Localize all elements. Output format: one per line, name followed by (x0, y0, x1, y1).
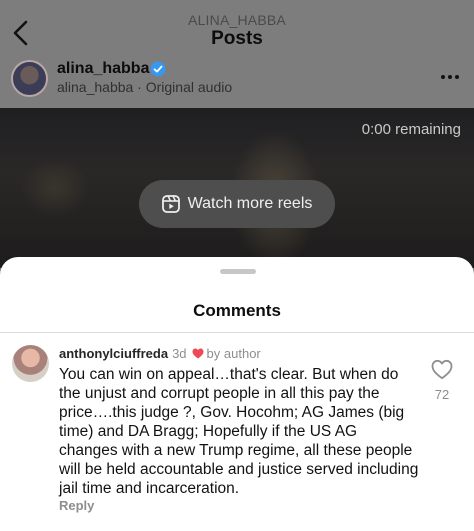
post-author-avatar[interactable] (11, 60, 48, 97)
header-bar: ALINA_HABBA Posts alina_habba alina_habb… (0, 0, 474, 108)
heart-outline-icon[interactable] (431, 359, 453, 380)
reel-video[interactable]: 0:00 remaining Watch more reels (0, 108, 474, 268)
video-frame-highlight (20, 158, 90, 218)
comment-avatar[interactable] (12, 345, 49, 382)
page-title: Posts (211, 28, 263, 49)
author-heart-icon (192, 348, 204, 359)
like-count: 72 (434, 387, 450, 402)
liked-by-author-label: by author (206, 346, 261, 361)
comments-sheet: Comments anthonylciuffreda 3d by author Y… (0, 257, 474, 531)
comment-text: You can win on appeal…that's clear. But … (59, 366, 419, 497)
time-remaining: 0:00 remaining (361, 121, 461, 138)
comment-time: 3d (172, 346, 187, 361)
header-username: ALINA_HABBA (188, 12, 286, 28)
sheet-drag-handle[interactable] (220, 269, 256, 274)
comment-username[interactable]: anthonylciuffreda (59, 346, 168, 361)
watch-more-reels-button[interactable]: Watch more reels (139, 180, 335, 228)
comments-title: Comments (193, 301, 281, 320)
watch-more-reels-label: Watch more reels (187, 195, 313, 212)
more-horizontal-icon[interactable] (440, 74, 460, 80)
divider (0, 332, 474, 333)
reply-button[interactable]: Reply (59, 498, 94, 513)
verified-badge-icon (150, 61, 166, 77)
comment-meta: anthonylciuffreda 3d by author (59, 346, 261, 361)
post-author-name[interactable]: alina_habba (57, 60, 149, 78)
reels-icon (161, 195, 180, 213)
post-audio-subtitle[interactable]: alina_habba · Original audio (57, 79, 232, 95)
